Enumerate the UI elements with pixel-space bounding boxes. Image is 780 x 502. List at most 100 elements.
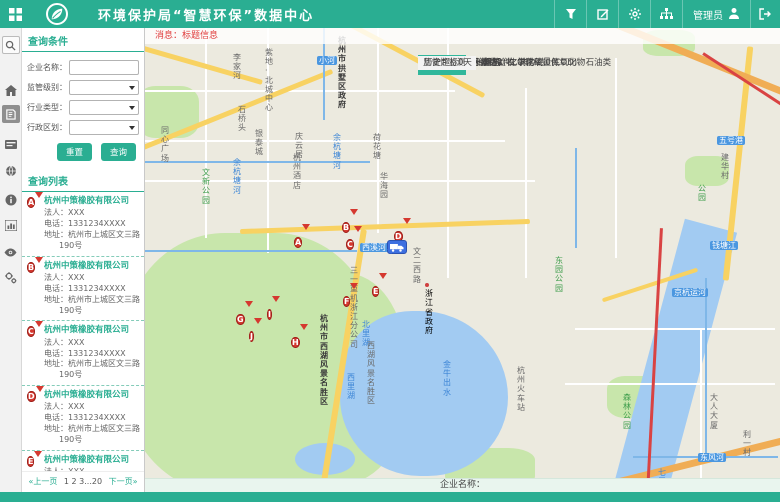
company-name: 杭州中策橡胶有限公司 [44, 455, 141, 466]
map-pin-icon: B [27, 262, 40, 274]
info-icon[interactable] [3, 192, 19, 208]
map-label: 七甲闸河 [658, 468, 666, 478]
map-label: 五号港 [717, 136, 745, 145]
pagination: «上一页 1 2 3...20 下一页» [22, 471, 144, 492]
funnel-icon[interactable] [554, 0, 586, 28]
map-label: 小河 [317, 56, 337, 65]
reset-button[interactable]: 重置 [57, 143, 92, 161]
map-pin-J[interactable]: J [249, 324, 262, 343]
map-pin-H[interactable]: H [291, 330, 304, 349]
eye-icon[interactable] [3, 244, 19, 260]
address-line2: 190号 [44, 241, 141, 252]
bottom-accent-bar [0, 492, 780, 502]
admin-user-menu[interactable]: 管理员 [682, 0, 750, 28]
address: 地址：杭州市上城区文三路 [44, 295, 141, 306]
gear-icon[interactable] [618, 0, 650, 28]
map-label: 文二西路 [413, 247, 421, 284]
supervision-level-select[interactable] [69, 80, 139, 95]
map-label: 利一村 [743, 430, 751, 458]
journal-icon[interactable] [2, 105, 20, 123]
admin-user-label: 管理员 [693, 7, 723, 22]
list-item[interactable]: C 杭州中策橡胶有限公司 法人：XXX 电话：1331234XXXX 地址：杭州… [22, 321, 144, 386]
map-label: 浙江省政府 [425, 280, 433, 335]
list-item[interactable]: D 杭州中策橡胶有限公司 法人：XXX 电话：1331234XXXX 地址：杭州… [22, 386, 144, 451]
map-pin-icon: E [27, 456, 40, 468]
map-label: 东风河 [698, 453, 726, 462]
card-icon[interactable] [3, 136, 19, 152]
gears-icon[interactable] [3, 269, 19, 285]
chart-icon[interactable] [3, 217, 19, 233]
map-pin-F[interactable]: F [343, 289, 356, 308]
admin-region-label: 行政区划： [27, 122, 69, 133]
map-label: 文新公园 [202, 168, 210, 205]
query-panel: 查询条件 企业名称： 监管级别： 行业类型： 行政区划： 重置 查询 查询列表 … [22, 28, 145, 492]
edit-icon[interactable] [586, 0, 618, 28]
legal-person: 法人：XXX [44, 273, 141, 284]
address: 地址：杭州市上城区文三路 [44, 359, 141, 370]
map-pin-E[interactable]: E [372, 279, 385, 298]
enterprise-name-input[interactable] [69, 60, 139, 75]
map-label: 京杭运河 [672, 288, 708, 297]
top-header: 环境保护局“智慧环保”数据中心 管理员 [0, 0, 780, 28]
map-pin-icon: C [27, 326, 40, 338]
chevron-down-icon [129, 126, 135, 133]
map-label: 西里湖 [347, 373, 355, 401]
next-page-link[interactable]: 下一页» [109, 477, 138, 486]
map-pin-icon: A [27, 197, 40, 209]
admin-region-select[interactable] [69, 120, 139, 135]
chevron-down-icon [129, 86, 135, 93]
query-conditions-title: 查询条件 [22, 28, 144, 52]
grid-menu-icon[interactable] [0, 0, 30, 28]
list-item[interactable]: B 杭州中策橡胶有限公司 法人：XXX 电话：1331234XXXX 地址：杭州… [22, 257, 144, 322]
icon-rail-sidebar [0, 28, 22, 492]
map-label: 森林公园 [623, 393, 631, 430]
map-label: 余杭塘河 [233, 158, 241, 195]
map-label: 银泰城 [255, 129, 263, 157]
address-line2: 190号 [44, 370, 141, 381]
query-button[interactable]: 查询 [101, 143, 136, 161]
map-label: 同心广场 [161, 126, 169, 163]
message-text: 消息：标题信息 [155, 28, 218, 44]
map-label: 东园公园 [555, 256, 563, 293]
map[interactable]: 消息：标题信息 杭州市拱墅区政府小河李家河紫地· 北城中心石桥头同心广场银泰城庆… [145, 28, 780, 478]
globe-icon[interactable] [3, 163, 19, 179]
map-pin-G[interactable]: G [236, 307, 249, 326]
map-pin-icon: D [27, 391, 40, 403]
map-pin-I[interactable]: I [267, 302, 280, 321]
map-pin-A[interactable]: A [294, 230, 307, 249]
home-icon[interactable] [3, 82, 19, 98]
legal-person: 法人：XXX [44, 402, 141, 413]
address: 地址：杭州市上城区文三路 [44, 230, 141, 241]
map-label: 杭州市拱墅区政府 [338, 36, 346, 110]
phone: 电话：1331234XXXX [44, 219, 141, 230]
truck-icon[interactable] [387, 240, 407, 273]
query-list-title: 查询列表 [22, 168, 144, 192]
prev-page-link[interactable]: «上一页 [28, 477, 57, 486]
map-label: 李家河 [233, 53, 241, 81]
company-name: 杭州中策橡胶有限公司 [44, 196, 141, 207]
query-form: 企业名称： 监管级别： 行业类型： 行政区划： 重置 查询 [22, 52, 144, 161]
list-item[interactable]: A 杭州中策橡胶有限公司 法人：XXX 电话：1331234XXXX 地址：杭州… [22, 192, 144, 257]
phone: 电话：1331234XXXX [44, 284, 141, 295]
sitemap-icon[interactable] [650, 0, 682, 28]
map-label: 公园 [698, 184, 706, 202]
phone: 电话：1331234XXXX [44, 349, 141, 360]
map-label: 钱塘江 [710, 241, 738, 250]
company-name: 杭州中策橡胶有限公司 [44, 261, 141, 272]
industry-type-label: 行业类型： [27, 102, 69, 113]
map-label: 杭州酒店 [293, 153, 301, 190]
map-pin-C[interactable]: C [346, 232, 359, 251]
map-label: 华海园 [380, 172, 388, 200]
map-label: 大人大厦 [710, 393, 718, 430]
page-numbers[interactable]: 1 2 3...20 [64, 477, 102, 486]
search-icon[interactable] [2, 36, 20, 54]
enterprise-name-label: 企业名称： [27, 62, 69, 73]
map-label: 石桥头 [238, 105, 246, 133]
phone: 电话：1331234XXXX [44, 413, 141, 424]
industry-type-select[interactable] [69, 100, 139, 115]
map-label: 建华村 [721, 153, 729, 181]
logout-icon[interactable] [750, 0, 780, 28]
company-name: 杭州中策橡胶有限公司 [44, 325, 141, 336]
map-label: 余杭塘河 [333, 133, 341, 170]
legal-person: 法人：XXX [44, 208, 141, 219]
